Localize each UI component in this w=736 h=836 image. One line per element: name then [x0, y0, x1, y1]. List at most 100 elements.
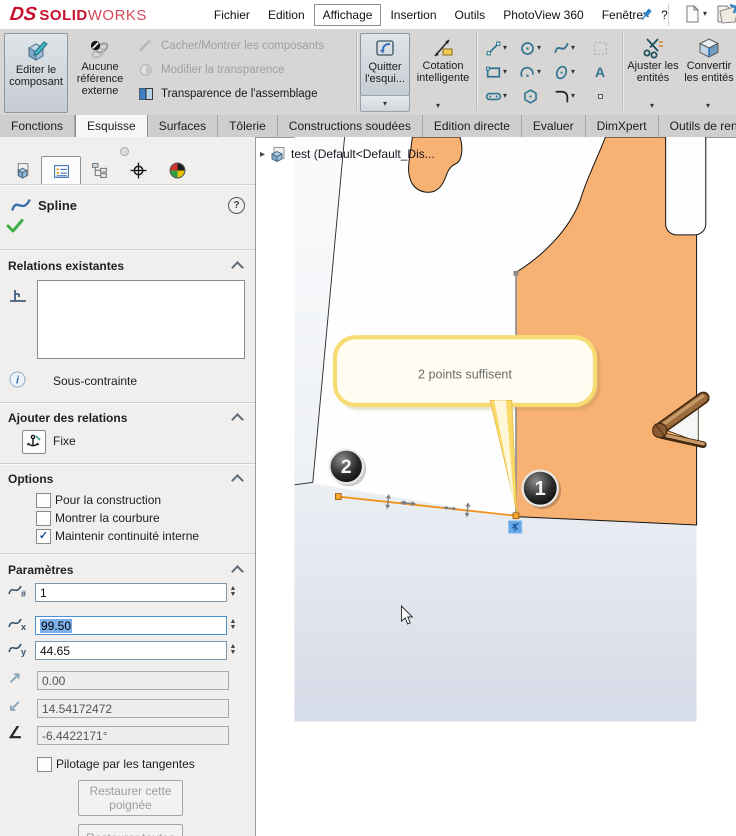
feature-tree-item-label[interactable]: test (Default<Default_Dis...: [291, 147, 435, 161]
tab-dimxpert[interactable]: DimXpert: [586, 115, 659, 137]
menu-insertion[interactable]: Insertion: [381, 4, 445, 26]
slot-tool-button[interactable]: ▾: [481, 85, 511, 107]
checkbox-label: Montrer la courbure: [55, 511, 160, 525]
collapse-chevron-icon[interactable]: [233, 564, 242, 573]
spline-point-number-field[interactable]: 1: [35, 583, 227, 602]
tab-evaluer[interactable]: Evaluer: [522, 115, 586, 137]
trim-entities-dropdown[interactable]: ▾: [650, 97, 654, 111]
edit-component-button[interactable]: Editer le composant: [4, 33, 68, 113]
configuration-manager-icon: [91, 163, 107, 178]
collapse-chevron-icon[interactable]: [233, 473, 242, 482]
no-external-ref-button[interactable]: Aucune référence externe: [70, 33, 130, 115]
expand-arrow-icon[interactable]: ▸: [260, 149, 265, 160]
spline-tool-button[interactable]: ▾: [549, 37, 579, 59]
open-document-button[interactable]: [716, 3, 736, 25]
relations-listbox[interactable]: [37, 280, 245, 359]
chevron-down-icon[interactable]: ▾: [571, 68, 575, 76]
checkbox-show-curvature[interactable]: [36, 511, 51, 526]
checkbox-tangent-driving[interactable]: [37, 757, 52, 772]
collapse-chevron-icon[interactable]: [233, 412, 242, 421]
tab-property-manager[interactable]: [41, 156, 81, 186]
new-document-button[interactable]: ▾: [684, 5, 707, 23]
checkbox-maintain-internal-continuity[interactable]: ✓: [36, 529, 51, 544]
text-tool-button[interactable]: A: [585, 61, 615, 83]
smart-dimension-button[interactable]: Cotation intelligente: [414, 33, 472, 94]
assembly-icon: [270, 147, 285, 162]
rectangle-icon: [486, 66, 501, 78]
scissors-icon: [641, 36, 665, 60]
arc-tool-button[interactable]: ▾: [515, 61, 545, 83]
trim-entities-label: Ajuster les entités: [627, 60, 679, 84]
spline-endpoint[interactable]: [334, 493, 342, 500]
spline-point-y-field[interactable]: 44.65: [35, 641, 227, 660]
assembly-transparency-item[interactable]: Transparence de l'assemblage: [138, 86, 317, 102]
feature-tree-root[interactable]: ▸ test (Default<Default_Dis...: [260, 146, 435, 162]
help-button[interactable]: ?: [228, 197, 245, 214]
menu-outils[interactable]: Outils: [446, 4, 495, 26]
chevron-down-icon[interactable]: ▾: [503, 44, 507, 52]
y-glyph: y: [21, 647, 27, 657]
menu-fichier[interactable]: Fichier: [205, 4, 259, 26]
line-tool-button[interactable]: ▾: [481, 37, 511, 59]
fixed-relation-badge[interactable]: [508, 520, 523, 534]
panel-splitter-handle[interactable]: [120, 147, 129, 156]
tab-configuration-manager[interactable]: [80, 157, 118, 184]
spinner-control[interactable]: ▲ ▼: [227, 641, 239, 659]
chevron-down-icon[interactable]: ▾: [503, 68, 507, 76]
tab-outils-de-rendu[interactable]: Outils de rendu: [659, 115, 736, 137]
chevron-down-icon: ▾: [382, 98, 387, 108]
exit-sketch-button[interactable]: Quitter l'esqui...: [360, 33, 410, 96]
tab-surfaces[interactable]: Surfaces: [148, 115, 219, 137]
collapse-chevron-icon[interactable]: [233, 260, 242, 269]
tab-dimxpert-manager[interactable]: [119, 157, 157, 184]
chevron-down-icon[interactable]: ▾: [571, 44, 575, 52]
spinner-control[interactable]: ▲ ▼: [227, 583, 239, 601]
exit-sketch-dropdown[interactable]: ▾: [360, 95, 410, 112]
fix-relation-label: Fixe: [53, 434, 76, 448]
tab-esquisse[interactable]: Esquisse: [75, 115, 148, 137]
chevron-down-icon[interactable]: ▾: [703, 10, 707, 18]
smart-dimension-dropdown[interactable]: ▾: [436, 97, 440, 111]
assembly-transparency-label: Transparence de l'assemblage: [161, 88, 318, 100]
checkbox-for-construction[interactable]: [36, 493, 51, 508]
tab-constructions-soudees[interactable]: Constructions soudées: [278, 115, 423, 137]
pin-menu-icon[interactable]: [638, 6, 655, 23]
menu-affichage[interactable]: Affichage: [313, 3, 382, 26]
reset-this-handle-button[interactable]: Restaurer cette poignée: [78, 780, 183, 816]
menu-edition[interactable]: Edition: [259, 4, 314, 26]
fillet-tool-button[interactable]: ▾: [549, 85, 579, 107]
fix-relation-button[interactable]: [22, 430, 46, 454]
chevron-down-icon[interactable]: ▾: [571, 92, 575, 100]
tab-display-manager[interactable]: [158, 157, 196, 184]
tab-feature-manager[interactable]: [2, 157, 40, 184]
tab-fonctions[interactable]: Fonctions: [0, 115, 76, 137]
spinner-control[interactable]: ▲ ▼: [227, 616, 239, 634]
chevron-down-icon[interactable]: ▾: [503, 92, 507, 100]
circle-tool-button[interactable]: ▾: [515, 37, 545, 59]
graphics-viewport[interactable]: 2 points suffisent 2 1: [255, 137, 736, 836]
trim-entities-button[interactable]: Ajuster les entités: [626, 33, 680, 94]
reset-all-handles-button[interactable]: Restaurer toutes: [78, 824, 183, 836]
chevron-down-icon: ▾: [436, 101, 441, 110]
chevron-down-icon[interactable]: ▾: [537, 44, 541, 52]
tooltip-text: 2 points suffisent: [418, 368, 512, 382]
tab-tolerie[interactable]: Tôlerie: [218, 115, 278, 137]
reset-handle-label: Restaurer cette poignée: [89, 784, 172, 812]
chevron-down-icon[interactable]: ▾: [537, 68, 541, 76]
tab-edition-directe[interactable]: Edition directe: [423, 115, 522, 137]
ok-check-icon[interactable]: [6, 218, 24, 234]
convert-entities-button[interactable]: Convertir les entités: [682, 33, 736, 94]
spline-point-x-field[interactable]: 99.50: [35, 616, 227, 635]
spline-point-number-icon: #: [8, 582, 32, 602]
arc-icon: [520, 66, 534, 77]
polygon-tool-button[interactable]: [515, 85, 545, 107]
menu-help[interactable]: ?: [652, 4, 677, 26]
menu-photoview[interactable]: PhotoView 360: [494, 4, 593, 26]
menu-separator: [668, 4, 669, 26]
slot-icon: [485, 92, 502, 100]
point-tool-button[interactable]: [585, 85, 615, 107]
convert-entities-dropdown[interactable]: ▾: [706, 97, 710, 111]
spline-endpoint[interactable]: [512, 512, 520, 520]
ellipse-tool-button[interactable]: ▾: [549, 61, 579, 83]
rectangle-tool-button[interactable]: ▾: [481, 61, 511, 83]
